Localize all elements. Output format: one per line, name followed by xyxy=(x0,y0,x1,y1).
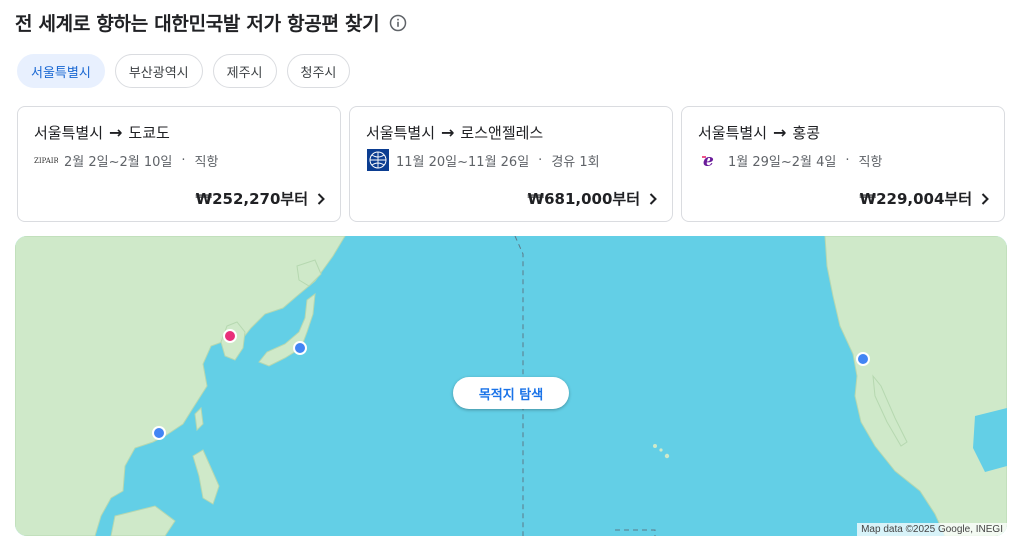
destination-map[interactable]: 목적지 탐색 Map data ©2025 Google, INEGI xyxy=(15,236,1007,536)
chevron-right-icon xyxy=(978,192,992,206)
philippines-land xyxy=(192,449,220,505)
card-meta: e 1월 29일~2월 4일 · 직항 xyxy=(698,149,882,171)
asia-land xyxy=(15,236,346,536)
chip-cheongju[interactable]: 청주시 xyxy=(286,54,351,88)
arrow-icon: → xyxy=(109,123,123,142)
card-meta: 11월 20일~11월 26일 · 경유 1회 xyxy=(366,149,600,171)
chip-jeju[interactable]: 제주시 xyxy=(212,54,277,88)
arrow-icon: → xyxy=(773,123,787,142)
destination-city: 로스앤젤레스 xyxy=(460,124,544,142)
destination-city: 도쿄도 xyxy=(128,124,170,142)
card-route: 서울특별시 → 도쿄도 xyxy=(34,122,170,143)
separator: · xyxy=(845,152,850,168)
card-price: ₩252,270부터 xyxy=(196,188,328,209)
destination-cards: 서울특별시 → 도쿄도 ZIPAIR 2월 2일~2월 10일 · 직항 ₩25… xyxy=(17,106,1005,222)
destination-marker-tokyo xyxy=(293,341,307,355)
price-label: ₩252,270부터 xyxy=(195,190,308,208)
zipair-logo-icon: ZIPAIR xyxy=(34,149,58,171)
separator: · xyxy=(181,152,186,168)
hk-express-logo-icon: e xyxy=(698,149,722,171)
chip-seoul[interactable]: 서울특별시 xyxy=(17,54,105,88)
svg-text:ZIPAIR: ZIPAIR xyxy=(34,157,58,165)
origin-city: 서울특별시 xyxy=(34,124,104,142)
map-attribution[interactable]: Map data ©2025 Google, INEGI xyxy=(857,523,1007,536)
destination-marker-hong-kong xyxy=(152,426,166,440)
origin-marker-seoul xyxy=(223,329,237,343)
flight-dates: 11월 20일~11월 26일 xyxy=(396,154,530,170)
origin-chips: 서울특별시 부산광역시 제주시 청주시 xyxy=(17,54,351,88)
page-title: 전 세계로 향하는 대한민국발 저가 항공편 찾기 xyxy=(15,13,380,35)
flight-stops: 직항 xyxy=(194,154,219,170)
destination-card-los-angeles[interactable]: 서울특별시 → 로스앤젤레스 11월 20일~11월 26일 · 경유 1회 ₩… xyxy=(349,106,673,222)
united-logo-icon xyxy=(366,149,390,171)
card-price: ₩229,004부터 xyxy=(860,188,992,209)
svg-text:e: e xyxy=(703,151,714,170)
north-america-land xyxy=(824,236,1007,536)
chevron-right-icon xyxy=(646,192,660,206)
arrow-icon: → xyxy=(441,123,455,142)
origin-city: 서울특별시 xyxy=(366,124,436,142)
card-route: 서울특별시 → 로스앤젤레스 xyxy=(366,122,543,143)
destination-city: 홍콩 xyxy=(792,124,821,142)
flight-dates: 1월 29일~2월 4일 xyxy=(728,154,837,170)
chip-busan[interactable]: 부산광역시 xyxy=(114,54,203,88)
destination-marker-los-angeles xyxy=(856,352,870,366)
page-header: 전 세계로 향하는 대한민국발 저가 항공편 찾기 xyxy=(15,9,407,36)
origin-city: 서울특별시 xyxy=(698,124,768,142)
card-price: ₩681,000부터 xyxy=(528,188,660,209)
flight-stops: 경유 1회 xyxy=(551,154,600,170)
destination-card-hong-kong[interactable]: 서울특별시 → 홍콩 e 1월 29일~2월 4일 · 직항 ₩229,004부… xyxy=(681,106,1005,222)
price-label: ₩681,000부터 xyxy=(527,190,640,208)
borneo-land xyxy=(110,505,176,536)
card-meta: ZIPAIR 2월 2일~2월 10일 · 직항 xyxy=(34,149,218,171)
card-route: 서울특별시 → 홍콩 xyxy=(698,122,820,143)
destination-card-tokyo[interactable]: 서울특별시 → 도쿄도 ZIPAIR 2월 2일~2월 10일 · 직항 ₩25… xyxy=(17,106,341,222)
flight-dates: 2월 2일~2월 10일 xyxy=(64,154,173,170)
separator: · xyxy=(538,152,543,168)
info-icon[interactable] xyxy=(389,14,407,32)
taiwan-land xyxy=(194,406,204,432)
flight-stops: 직항 xyxy=(858,154,883,170)
chevron-right-icon xyxy=(314,192,328,206)
explore-destinations-button[interactable]: 목적지 탐색 xyxy=(453,377,569,409)
boundary-line xyxy=(615,529,656,536)
price-label: ₩229,004부터 xyxy=(859,190,972,208)
